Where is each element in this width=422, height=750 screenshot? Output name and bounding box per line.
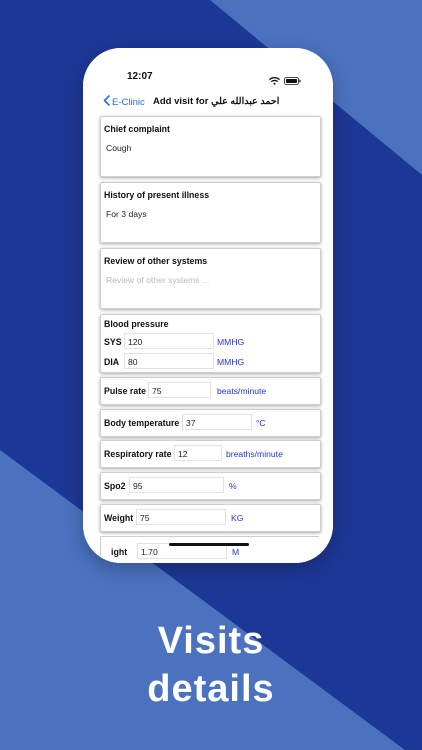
dia-input[interactable]: 80 xyxy=(124,353,214,369)
spo2-input[interactable]: 95 xyxy=(129,477,224,493)
height-label: ight xyxy=(111,547,128,557)
chief-complaint-card[interactable]: Chief complaint Cough xyxy=(100,116,321,177)
weight-label: Weight xyxy=(104,513,134,523)
caption-line-2: details xyxy=(147,668,275,710)
pulse-rate-label: Pulse rate xyxy=(104,386,147,396)
spo2-unit: % xyxy=(229,481,237,491)
pulse-rate-card: Pulse rate 75 beats/minute xyxy=(100,377,321,405)
sys-label: SYS xyxy=(104,337,122,347)
respiratory-rate-card: Respiratory rate 12 breaths/minute xyxy=(100,440,321,468)
phone-frame: 12:07 E-Clinic Add visit for احمد عبدالل… xyxy=(83,48,333,563)
page-title: Add visit for احمد عبدالله علي xyxy=(153,96,280,107)
history-field[interactable]: For 3 days xyxy=(106,209,147,219)
caption-line-1: Visits xyxy=(157,620,265,662)
dia-unit: MMHG xyxy=(217,357,245,367)
chief-complaint-label: Chief complaint xyxy=(104,124,170,134)
height-unit: M xyxy=(232,547,240,557)
app-screen: 12:07 E-Clinic Add visit for احمد عبدالل… xyxy=(83,48,333,563)
dia-label: DIA xyxy=(104,357,120,367)
pulse-rate-input[interactable]: 75 xyxy=(148,382,211,398)
back-button[interactable]: E-Clinic xyxy=(103,95,145,109)
status-bar: 12:07 xyxy=(83,48,333,88)
respiratory-rate-label: Respiratory rate xyxy=(104,449,172,459)
pulse-rate-unit: beats/minute xyxy=(217,386,267,396)
spo2-label: Spo2 xyxy=(104,481,126,491)
height-card-partial: ight 1.70 M xyxy=(100,536,319,563)
height-card: ight 1.70 M xyxy=(100,536,319,563)
body-temperature-input[interactable]: 37 xyxy=(182,414,252,430)
spo2-card: Spo2 95 % xyxy=(100,472,321,500)
review-systems-card[interactable]: Review of other systems Review of other … xyxy=(100,248,321,309)
weight-card: Weight 75 KG xyxy=(100,504,321,532)
history-card[interactable]: History of present illness For 3 days xyxy=(100,182,321,243)
sys-input[interactable]: 120 xyxy=(124,333,214,349)
sys-unit: MMHG xyxy=(217,337,245,347)
review-systems-label: Review of other systems xyxy=(104,256,208,266)
blood-pressure-card: Blood pressure SYS 120 MMHG DIA 80 MMHG xyxy=(100,314,321,373)
body-temperature-label: Body temperature xyxy=(104,418,180,428)
weight-input[interactable]: 75 xyxy=(136,509,226,525)
home-indicator[interactable] xyxy=(169,543,249,546)
chief-complaint-field[interactable]: Cough xyxy=(106,143,131,153)
back-label: E-Clinic xyxy=(112,96,145,108)
weight-unit: KG xyxy=(231,513,244,523)
respiratory-rate-unit: breaths/minute xyxy=(226,449,283,459)
wifi-icon xyxy=(269,72,280,90)
respiratory-rate-input[interactable]: 12 xyxy=(174,445,222,461)
body-temperature-card: Body temperature 37 °C xyxy=(100,409,321,437)
battery-icon xyxy=(284,72,301,90)
status-icons xyxy=(269,72,301,90)
navigation-bar: E-Clinic Add visit for احمد عبدالله علي xyxy=(83,94,333,116)
blood-pressure-label: Blood pressure xyxy=(104,319,169,329)
status-time: 12:07 xyxy=(127,71,153,82)
chevron-left-icon xyxy=(103,95,110,109)
body-temperature-unit: °C xyxy=(256,418,266,428)
history-label: History of present illness xyxy=(104,190,210,200)
review-systems-field[interactable]: Review of other systems ... xyxy=(106,275,209,285)
